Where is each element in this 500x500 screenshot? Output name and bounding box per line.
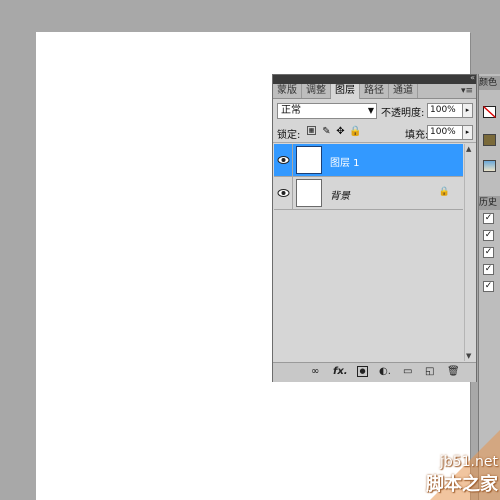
checkbox-icon[interactable]: ✓ [483,213,494,224]
layer-thumbnail[interactable] [296,146,322,174]
dropdown-arrow-icon: ▼ [367,106,374,115]
adjustment-icon[interactable]: ◐. [379,366,391,378]
watermark-brand: 脚本之家 [426,474,498,495]
layer-row-background[interactable]: 背景 🔒 [274,177,463,210]
lock-image-icon[interactable]: ✎ [321,126,332,137]
eye-icon[interactable] [277,154,290,166]
checkbox-icon[interactable]: ✓ [483,230,494,241]
panel-bottom-toolbar: ∞ fx. ● ◐. ▭ ◱ 🗑 [273,362,476,382]
trash-icon[interactable]: 🗑 [447,366,460,378]
tab-color[interactable]: 颜色 [479,76,500,90]
swatch-icon[interactable] [483,134,496,146]
fx-icon[interactable]: fx. [333,366,348,378]
blend-row: 正常 ▼ 不透明度: 100% ▸ [277,103,473,121]
fill-stepper-icon[interactable]: ▸ [462,125,473,140]
collapse-icon[interactable]: « [470,73,475,82]
lock-row: 锁定: ▦ ✎ ✥ 🔒 填充: 100% ▸ [277,125,473,141]
tab-adjustments[interactable]: 调整 [302,84,331,98]
link-icon[interactable]: ∞ [311,366,319,378]
tab-layers[interactable]: 图层 [331,84,360,99]
new-layer-icon[interactable]: ◱ [425,366,434,378]
scroll-up-icon[interactable]: ▲ [466,145,471,153]
checkbox-icon[interactable]: ✓ [483,247,494,258]
tab-channels[interactable]: 通道 [389,84,418,98]
tab-masks[interactable]: 蒙版 [273,84,302,98]
watermark-url: jb51.net [439,454,498,470]
checkbox-icon[interactable]: ✓ [483,264,494,275]
group-icon[interactable]: ▭ [403,366,412,378]
opacity-label: 不透明度: [381,108,425,119]
blend-mode-select[interactable]: 正常 ▼ [277,103,377,119]
lock-transparent-icon[interactable]: ▦ [307,126,316,135]
scrollbar[interactable]: ▲ ▼ [464,144,476,361]
layers-list: 图层 1 背景 🔒 [274,144,463,361]
blend-mode-value: 正常 [281,105,301,116]
tab-history[interactable]: 历史 [479,196,500,210]
scroll-down-icon[interactable]: ▼ [466,352,471,360]
panel-tabs: 蒙版 调整 图层 路径 通道 ▾≡ [273,84,476,99]
no-fill-icon[interactable] [483,106,496,118]
eye-icon[interactable] [277,187,290,199]
layer-row-1[interactable]: 图层 1 [274,144,463,177]
eye-separator [292,144,293,176]
watermark: jb51.net 脚本之家 [426,454,498,496]
tab-paths[interactable]: 路径 [360,84,389,98]
lock-position-icon[interactable]: ✥ [335,126,346,137]
checkbox-icon[interactable]: ✓ [483,281,494,292]
lock-all-icon[interactable]: 🔒 [349,126,361,137]
layer-name[interactable]: 图层 1 [330,154,360,169]
layer-name[interactable]: 背景 [330,187,350,202]
lock-icon: 🔒 [438,187,450,197]
divider [273,142,476,143]
mask-icon[interactable]: ● [357,366,368,377]
fill-field[interactable]: 100% [427,125,463,140]
opacity-stepper-icon[interactable]: ▸ [462,103,473,118]
opacity-field[interactable]: 100% [427,103,463,118]
panel-titlebar[interactable]: « [273,73,476,84]
panel-menu-icon[interactable]: ▾≡ [461,84,473,98]
layer-thumbnail[interactable] [296,179,322,207]
layers-panel: « 蒙版 调整 图层 路径 通道 ▾≡ 正常 ▼ 不透明度: 100% ▸ 锁定… [272,73,477,382]
fill-label: 填充: [405,130,429,141]
eye-separator [292,177,293,209]
style-icon[interactable] [483,160,496,172]
lock-label: 锁定: [277,130,301,141]
